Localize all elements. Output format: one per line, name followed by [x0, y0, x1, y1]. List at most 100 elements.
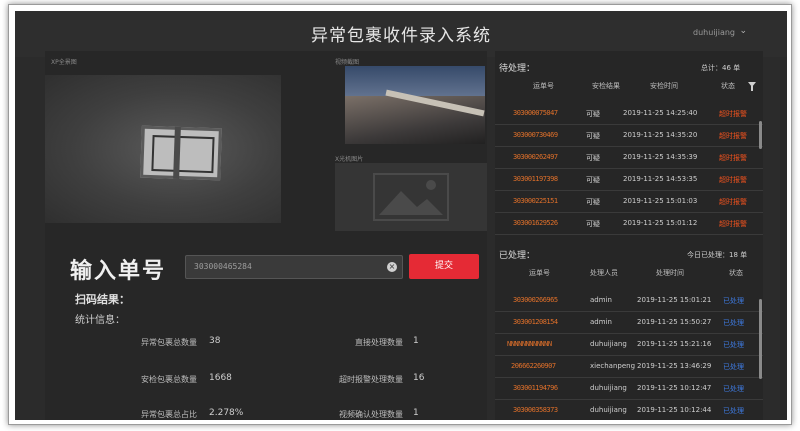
pending-row[interactable]: 303001197398 可疑 2019-11-25 14:53:35 超时报警 — [495, 169, 763, 191]
status-badge: 超时报警 — [719, 176, 747, 184]
status-badge: 超时报警 — [719, 220, 747, 228]
processed-header-status: 状态 — [729, 269, 743, 277]
pending-row[interactable]: 303000730469 可疑 2019-11-25 14:35:20 超时报警 — [495, 125, 763, 147]
handle-time: 2019-11-25 13:46:29 — [637, 362, 712, 370]
check-time: 2019-11-25 14:35:20 — [623, 131, 698, 139]
processed-row[interactable]: NNNNNNNNNNNN duhuijiang 2019-11-25 15:21:1… — [495, 334, 763, 356]
stats-label: 统计信息： — [75, 315, 125, 326]
parcel-image — [140, 125, 222, 181]
processed-header-handler: 处理人员 — [590, 269, 618, 277]
processed-total: 今日已处理：18 单 — [687, 251, 748, 259]
processed-row[interactable]: 303000358373 duhuijiang 2019-11-25 10:12:4… — [495, 400, 763, 420]
check-time: 2019-11-25 15:01:03 — [623, 197, 698, 205]
waybill-id[interactable]: 206662260907 — [511, 362, 556, 370]
status-badge[interactable]: 已处理 — [723, 406, 744, 416]
processed-title: 已处理： — [499, 251, 536, 261]
chevron-down-icon[interactable]: ⌄ — [739, 26, 747, 36]
status-badge[interactable]: 已处理 — [723, 318, 744, 328]
check-result: 可疑 — [586, 110, 600, 118]
handle-time: 2019-11-25 15:21:16 — [637, 340, 712, 348]
check-time: 2019-11-25 14:35:39 — [623, 153, 698, 161]
handler: duhuijiang — [590, 384, 627, 392]
pending-row[interactable]: 303000262497 可疑 2019-11-25 14:35:39 超时报警 — [495, 147, 763, 169]
stat-name: 超时报警处理数量 — [339, 375, 403, 384]
stat-value: 1 — [413, 336, 419, 346]
stat-value: 2.278% — [209, 408, 244, 418]
status-badge: 超时报警 — [719, 110, 747, 118]
full-view-label: XP全景图 — [51, 59, 77, 66]
processed-row[interactable]: 303000266965 admin 2019-11-25 15:01:21 已处理 — [495, 290, 763, 312]
video-label: 视频截图 — [335, 59, 360, 66]
check-time: 2019-11-25 15:01:12 — [623, 219, 698, 227]
handler: admin — [590, 296, 612, 304]
handle-time: 2019-11-25 10:12:47 — [637, 384, 712, 392]
waybill-id[interactable]: 303000262497 — [513, 153, 558, 161]
waybill-id[interactable]: 303001197398 — [513, 175, 558, 183]
waybill-id[interactable]: 303000225151 — [513, 197, 558, 205]
pending-scrollbar[interactable] — [759, 121, 762, 149]
filter-icon[interactable] — [748, 82, 756, 91]
stat-value: 1 — [413, 408, 419, 418]
full-view-image — [45, 75, 281, 223]
app-screen: 异常包裹收件录入系统 duhuijiang ⌄ XP全景图 视频截图 X光机图片… — [15, 11, 787, 420]
pending-header-status: 状态 — [721, 82, 735, 90]
status-badge[interactable]: 已处理 — [723, 362, 744, 372]
xray-label: X光机图片 — [335, 156, 364, 163]
clear-icon[interactable]: × — [387, 262, 397, 272]
stat-value: 38 — [209, 336, 221, 346]
status-badge[interactable]: 已处理 — [723, 384, 744, 394]
status-badge[interactable]: 已处理 — [723, 340, 744, 350]
stat-name: 异常包裹总占比 — [141, 410, 197, 419]
processed-header-id: 运单号 — [529, 269, 550, 277]
handler: admin — [590, 318, 612, 326]
pending-total: 总计：46 单 — [701, 64, 741, 72]
waybill-id[interactable]: NNNNNNNNNNNN — [507, 340, 552, 348]
check-time: 2019-11-25 14:25:40 — [623, 109, 698, 117]
check-result: 可疑 — [586, 176, 600, 184]
pending-header-time: 安检时间 — [650, 82, 678, 90]
stat-name: 安检包裹总数量 — [141, 375, 197, 384]
image-placeholder-icon — [373, 173, 449, 221]
handle-time: 2019-11-25 10:12:44 — [637, 406, 712, 414]
status-badge[interactable]: 已处理 — [723, 296, 744, 306]
check-result: 可疑 — [586, 220, 600, 228]
waybill-id[interactable]: 303000730469 — [513, 131, 558, 139]
row-divider — [495, 234, 763, 235]
screenshot-frame: 异常包裹收件录入系统 duhuijiang ⌄ XP全景图 视频截图 X光机图片… — [8, 4, 792, 425]
xray-image-placeholder — [335, 163, 487, 231]
stat-name: 异常包裹总数量 — [141, 338, 197, 347]
waybill-id[interactable]: 303001194796 — [513, 384, 558, 392]
pending-row[interactable]: 303001629526 可疑 2019-11-25 15:01:12 超时报警 — [495, 213, 763, 235]
pending-row[interactable]: 303000225151 可疑 2019-11-25 15:01:03 超时报警 — [495, 191, 763, 213]
check-result: 可疑 — [586, 132, 600, 140]
submit-button[interactable]: 提交 — [409, 254, 479, 279]
processed-row[interactable]: 303001194796 duhuijiang 2019-11-25 10:12:4… — [495, 378, 763, 400]
stat-name: 直接处理数量 — [355, 338, 403, 347]
processed-scrollbar[interactable] — [759, 299, 762, 379]
user-menu[interactable]: duhuijiang — [693, 28, 735, 37]
video-snapshot — [345, 66, 485, 144]
waybill-id[interactable]: 303000358373 — [513, 406, 558, 414]
processed-row[interactable]: 303001208154 admin 2019-11-25 15:50:27 已处理 — [495, 312, 763, 334]
status-badge: 超时报警 — [719, 132, 747, 140]
handler: duhuijiang — [590, 406, 627, 414]
waybill-id[interactable]: 303001208154 — [513, 318, 558, 326]
status-badge: 超时报警 — [719, 154, 747, 162]
stat-value: 16 — [413, 373, 425, 383]
processed-header-time: 处理时间 — [656, 269, 684, 277]
waybill-id[interactable]: 303001629526 — [513, 219, 558, 227]
pending-row[interactable]: 303000075047 可疑 2019-11-25 14:25:40 超时报警 — [495, 103, 763, 125]
pending-header-id: 运单号 — [533, 82, 554, 90]
order-number-input[interactable]: 303000465284 — [185, 255, 403, 279]
waybill-id[interactable]: 303000075047 — [513, 109, 558, 117]
check-result: 可疑 — [586, 154, 600, 162]
app-title: 异常包裹收件录入系统 — [311, 26, 491, 46]
processed-row[interactable]: 206662260907 xiechanpeng 2019-11-25 13:46:… — [495, 356, 763, 378]
stat-value: 1668 — [209, 373, 232, 383]
check-result: 可疑 — [586, 198, 600, 206]
waybill-id[interactable]: 303000266965 — [513, 296, 558, 304]
order-input-title: 输入单号 — [70, 259, 167, 284]
status-badge: 超时报警 — [719, 198, 747, 206]
check-time: 2019-11-25 14:53:35 — [623, 175, 698, 183]
pending-header-result: 安检结果 — [592, 82, 620, 90]
